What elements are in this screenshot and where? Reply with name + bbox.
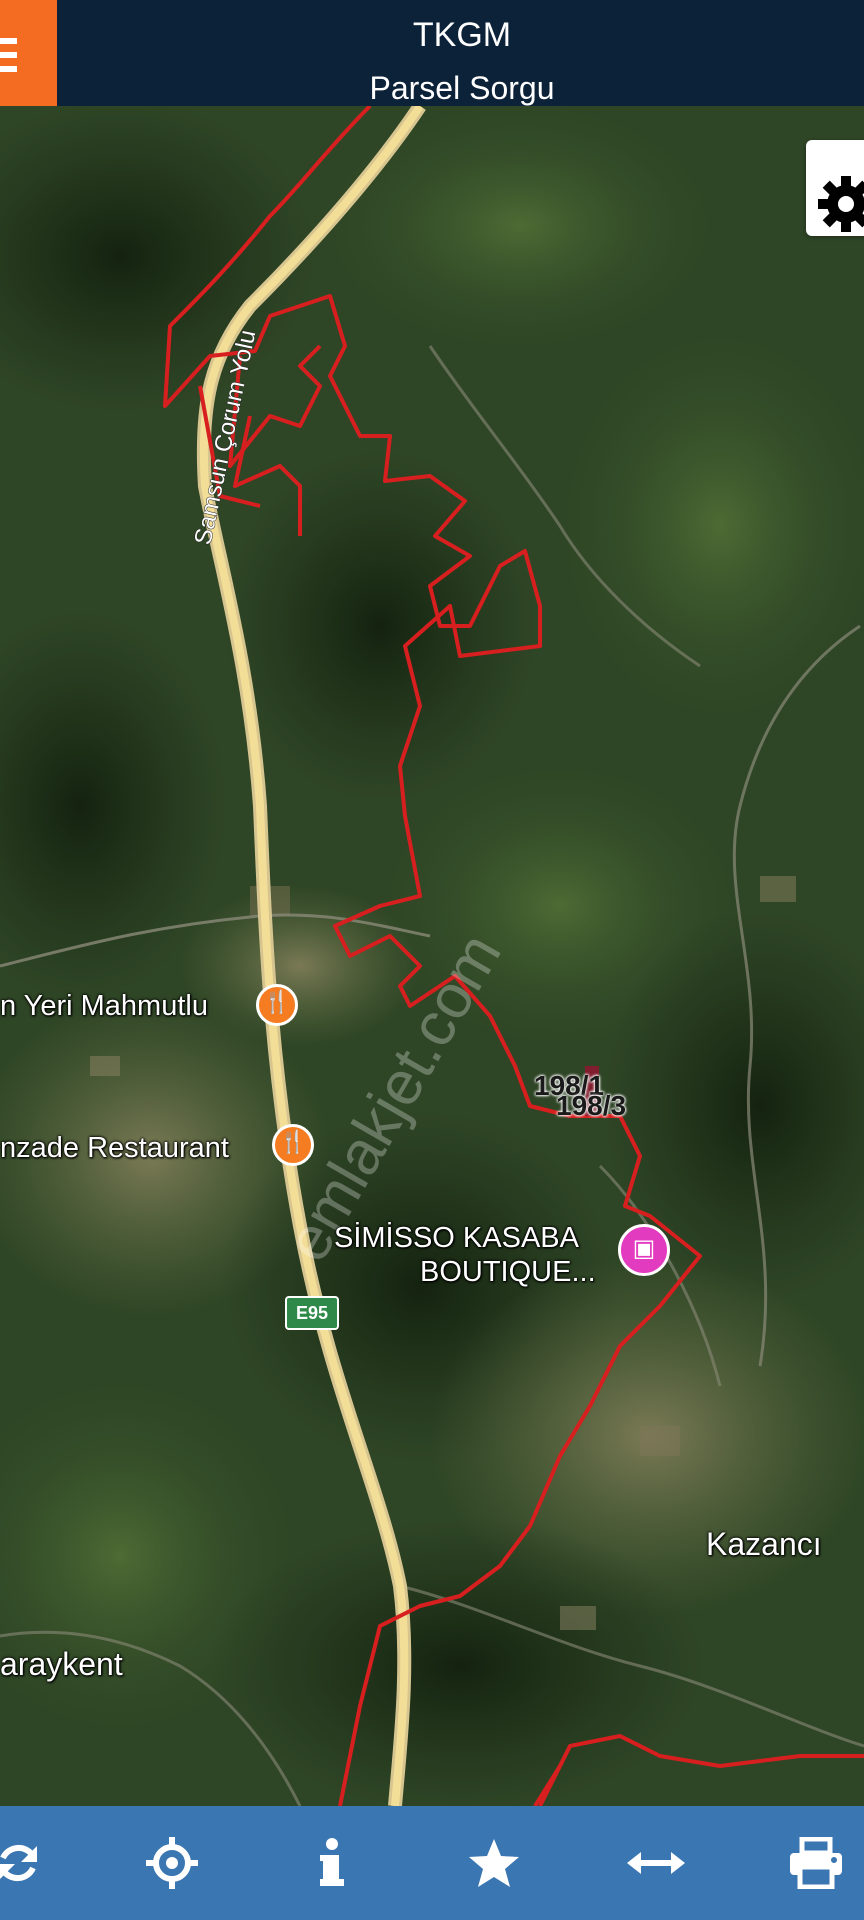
gear-icon (818, 176, 864, 232)
refresh-icon (0, 1844, 37, 1882)
restaurant-pin-icon[interactable]: 🍴 (256, 984, 298, 1026)
fork-knife-icon: 🍴 (279, 1130, 307, 1155)
hotel-pin-icon[interactable]: ▣ (618, 1224, 670, 1276)
measure-button[interactable] (608, 1806, 704, 1920)
hamburger-menu-icon-bar (0, 52, 17, 58)
menu-button[interactable] (0, 0, 57, 106)
bottom-toolbar (0, 1806, 864, 1920)
place-label-hotel-line1[interactable]: SİMİSSO KASABA (334, 1222, 579, 1255)
settings-button[interactable] (806, 140, 864, 236)
place-label-village-1[interactable]: Kazancı (706, 1526, 822, 1563)
hamburger-menu-icon-bar (0, 66, 17, 72)
measure-icon (627, 1852, 685, 1874)
satellite-map[interactable]: Samsun Çorum Yolu emlakjet.com E95 n Yer… (0, 106, 864, 1806)
fork-knife-icon: 🍴 (263, 990, 291, 1015)
app-title: TKGM (412, 16, 512, 54)
bed-icon: ▣ (632, 1234, 656, 1262)
place-label-restaurant-1[interactable]: n Yeri Mahmutlu (0, 990, 208, 1023)
parcel-label-2[interactable]: 198/3 (556, 1090, 626, 1122)
star-icon (469, 1839, 519, 1887)
print-button[interactable] (768, 1806, 864, 1920)
locate-button[interactable] (124, 1806, 220, 1920)
place-label-restaurant-2[interactable]: nzade Restaurant (0, 1132, 229, 1165)
place-label-village-2[interactable]: araykent (0, 1646, 123, 1683)
app-header: TKGM Parsel Sorgu (0, 0, 864, 106)
hamburger-menu-icon (0, 38, 17, 44)
refresh-button[interactable] (0, 1806, 66, 1920)
crosshair-icon (146, 1837, 198, 1889)
info-icon (320, 1838, 344, 1886)
restaurant-pin-icon[interactable]: 🍴 (272, 1124, 314, 1166)
app-subtitle: Parsel Sorgu (369, 70, 555, 106)
favorite-button[interactable] (446, 1806, 542, 1920)
place-label-hotel-line2[interactable]: BOUTIQUE... (420, 1256, 596, 1289)
info-button[interactable] (284, 1806, 380, 1920)
highway-shield: E95 (285, 1296, 339, 1330)
print-icon (790, 1837, 842, 1889)
